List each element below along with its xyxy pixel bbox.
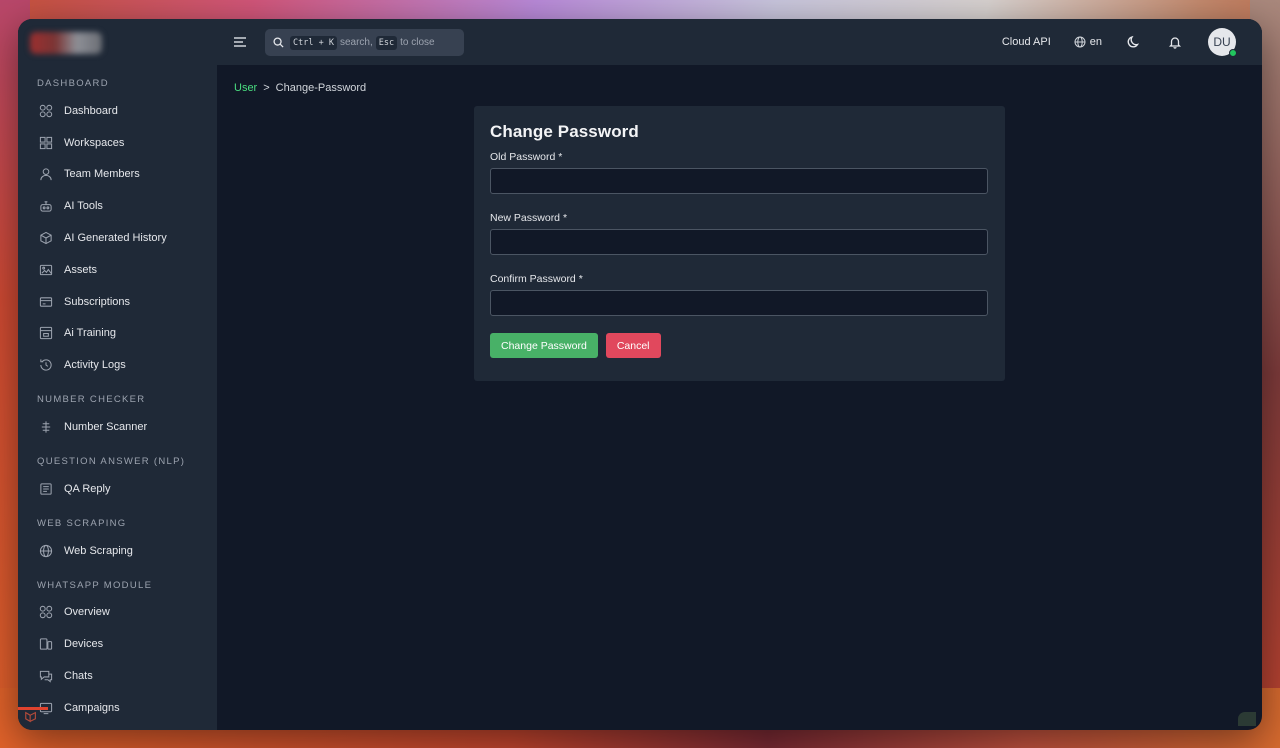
robot-icon	[38, 199, 53, 214]
user-avatar[interactable]: DU	[1208, 28, 1237, 57]
sidebar-item-overview[interactable]: Overview	[18, 597, 217, 629]
brand-logo[interactable]	[30, 32, 102, 54]
breadcrumb-separator: >	[263, 82, 270, 94]
scanner-icon	[38, 420, 53, 435]
search-icon	[273, 37, 284, 48]
dashboard-icon	[38, 103, 53, 118]
page-title: Change Password	[490, 122, 639, 141]
escape-key: Esc	[375, 35, 398, 50]
sidebar-item-number-scanner[interactable]: Number Scanner	[18, 411, 217, 443]
online-status-dot	[1229, 49, 1237, 57]
sidebar-item-label: Dashboard	[64, 104, 118, 117]
sidebar-item-qa-reply[interactable]: QA Reply	[18, 473, 217, 505]
sidebar-item-label: Number Scanner	[64, 421, 148, 434]
breadcrumb-current: Change-Password	[275, 82, 367, 94]
sidebar-item-label: Subscriptions	[64, 295, 131, 308]
dark-mode-toggle-icon[interactable]	[1126, 35, 1141, 50]
globe-icon	[38, 543, 53, 558]
devices-icon	[38, 637, 53, 652]
language-label: en	[1089, 36, 1102, 48]
sidebar-section-title: WEB SCRAPING	[37, 517, 127, 529]
breadcrumb-user-link[interactable]: User	[234, 82, 257, 94]
change-password-button[interactable]: Change Password	[490, 333, 598, 358]
menu-toggle-icon[interactable]	[233, 35, 247, 49]
sidebar-item-ai-training[interactable]: Ai Training	[18, 318, 217, 350]
new-password-label: New Password *	[490, 212, 568, 224]
image-icon	[38, 262, 53, 277]
old-password-label: Old Password *	[490, 151, 563, 163]
card-icon	[38, 294, 53, 309]
corner-widget	[1238, 712, 1256, 726]
sidebar-item-label: Ai Training	[64, 327, 116, 340]
sidebar-nav: DASHBOARD Dashboard Workspaces Team Members…	[18, 76, 217, 724]
breadcrumb: User > Change-Password	[234, 82, 366, 94]
search-input[interactable]: Ctrl + K search, Esc to close	[265, 29, 464, 56]
app-window: DASHBOARD Dashboard Workspaces Team Members…	[18, 19, 1262, 730]
sidebar-item-label: Activity Logs	[64, 359, 126, 372]
cancel-button[interactable]: Cancel	[605, 333, 661, 358]
shortcut-key: Ctrl + K	[290, 35, 337, 50]
old-password-field[interactable]	[490, 168, 988, 194]
sidebar-section-title: QUESTION ANSWER (NLP)	[37, 455, 186, 467]
training-icon	[38, 326, 53, 341]
sidebar-item-ai-generated-history[interactable]: AI Generated History	[18, 222, 217, 254]
sidebar-item-label: Web Scraping	[64, 544, 133, 557]
sidebar-item-label: Campaigns	[64, 701, 120, 714]
globe-icon	[1074, 36, 1086, 48]
sidebar-item-ai-tools[interactable]: AI Tools	[18, 190, 217, 222]
sidebar-item-workspaces[interactable]: Workspaces	[18, 127, 217, 159]
sidebar-item-label: QA Reply	[64, 482, 111, 495]
sidebar-item-label: AI Tools	[64, 200, 103, 213]
language-selector[interactable]: en	[1074, 36, 1102, 48]
sidebar-item-chats[interactable]: Chats	[18, 660, 217, 692]
sidebar-item-label: Workspaces	[64, 136, 125, 149]
user-icon	[38, 167, 53, 182]
search-hint-text: search,	[339, 37, 373, 48]
framework-logo-icon	[24, 710, 38, 724]
sidebar-item-assets[interactable]: Assets	[18, 254, 217, 286]
avatar-initials: DU	[1213, 35, 1231, 49]
grid-icon	[38, 135, 53, 150]
topbar: Ctrl + K search, Esc to close Cloud API …	[217, 19, 1262, 65]
sidebar-item-label: Chats	[64, 670, 93, 683]
sidebar-item-devices[interactable]: Devices	[18, 628, 217, 660]
sidebar-item-label: Assets	[64, 263, 98, 276]
change-password-card: Change Password Old Password * New Passw…	[474, 106, 1005, 381]
history-icon	[38, 358, 53, 373]
sidebar-item-label: AI Generated History	[64, 232, 167, 245]
sidebar-section-title: DASHBOARD	[37, 78, 109, 89]
sidebar-section-title: NUMBER CHECKER	[37, 394, 146, 406]
sidebar-item-activity-logs[interactable]: Activity Logs	[18, 349, 217, 381]
sidebar: DASHBOARD Dashboard Workspaces Team Members…	[18, 19, 217, 730]
new-password-field[interactable]	[490, 229, 988, 255]
confirm-password-label: Confirm Password *	[490, 273, 583, 285]
search-hint-close: to close	[400, 37, 435, 48]
cloud-api-link[interactable]: Cloud API	[1002, 36, 1051, 48]
sidebar-item-label: Team Members	[64, 168, 140, 181]
chat-icon	[38, 669, 53, 684]
document-icon	[38, 481, 53, 496]
sidebar-item-label: Overview	[64, 606, 110, 619]
cube-icon	[38, 231, 53, 246]
sidebar-item-dashboard[interactable]: Dashboard	[18, 95, 217, 127]
sidebar-section-title: WHATSAPP MODULE	[37, 579, 153, 591]
sidebar-item-web-scraping[interactable]: Web Scraping	[18, 535, 217, 567]
sidebar-item-label: Devices	[64, 638, 104, 651]
sidebar-item-team-members[interactable]: Team Members	[18, 159, 217, 191]
sidebar-item-subscriptions[interactable]: Subscriptions	[18, 286, 217, 318]
notification-bell-icon[interactable]	[1167, 35, 1182, 50]
dashboard-icon	[38, 605, 53, 620]
confirm-password-field[interactable]	[490, 290, 988, 316]
